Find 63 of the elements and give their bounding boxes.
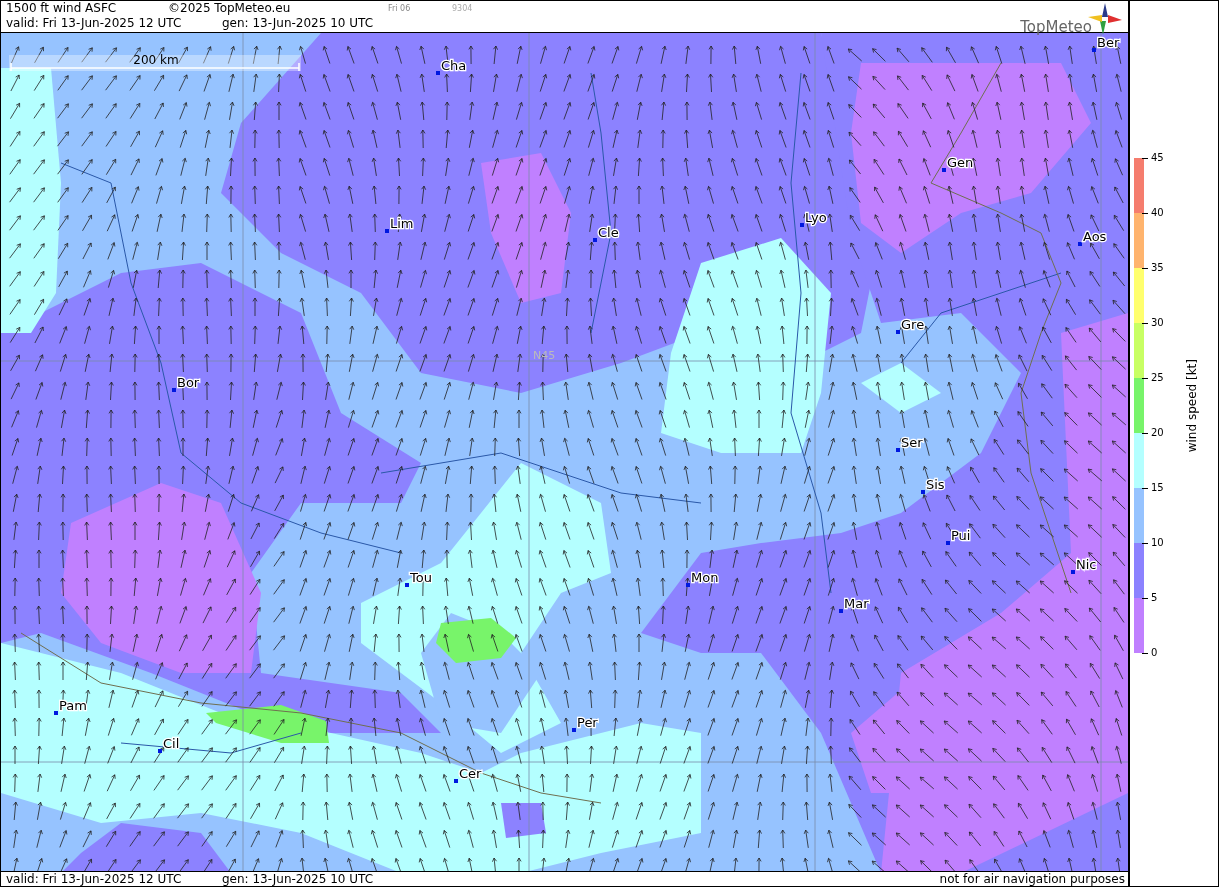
legend-tick-label: 40 bbox=[1151, 207, 1164, 219]
city-label: Sis bbox=[926, 476, 945, 492]
city-marker bbox=[896, 329, 900, 334]
city-label: Mon bbox=[691, 569, 719, 585]
city-marker bbox=[436, 70, 440, 75]
city-label: Cil bbox=[163, 735, 180, 751]
legend-tick-label: 30 bbox=[1151, 317, 1164, 329]
city-label: Gre bbox=[901, 316, 925, 332]
valid-time: valid: Fri 13-Jun-2025 12 UTC bbox=[6, 872, 183, 886]
city-label: Per bbox=[577, 714, 598, 730]
valid-time: valid: Fri 13-Jun-2025 12 UTC bbox=[6, 16, 183, 31]
city-marker bbox=[54, 710, 58, 715]
day-code: Fri 06 bbox=[388, 3, 412, 15]
city-label: Ber bbox=[1097, 34, 1120, 50]
city-marker bbox=[896, 447, 900, 452]
city-label: Bor bbox=[177, 374, 200, 390]
city-label: Lim bbox=[390, 215, 414, 231]
city-marker bbox=[385, 228, 389, 233]
city-marker bbox=[593, 237, 597, 242]
legend-tick-label: 10 bbox=[1151, 537, 1164, 549]
legend-tick-label: 5 bbox=[1151, 592, 1158, 604]
legend-tick-label: 20 bbox=[1151, 427, 1164, 439]
legend-title: wind speed [kt] bbox=[1183, 358, 1200, 453]
city-marker bbox=[158, 748, 162, 753]
city-marker bbox=[572, 727, 576, 732]
city-marker bbox=[1092, 47, 1096, 52]
city-label: Aos bbox=[1083, 228, 1107, 244]
legend-tick-label: 0 bbox=[1151, 647, 1158, 659]
disclaimer-text: not for air navigation purposes bbox=[939, 872, 1126, 886]
city-marker bbox=[800, 222, 804, 227]
city-label: Pui bbox=[951, 527, 971, 543]
city-marker bbox=[686, 582, 690, 587]
city-label: Gen bbox=[947, 154, 974, 170]
city-marker bbox=[405, 582, 409, 587]
legend-tick-label: 15 bbox=[1151, 482, 1164, 494]
city-label: Mar bbox=[844, 595, 869, 611]
legend-tick-label: 25 bbox=[1151, 372, 1164, 384]
legend-tick-label: 45 bbox=[1151, 152, 1164, 164]
city-marker bbox=[1078, 241, 1082, 246]
city-label: Tou bbox=[410, 569, 432, 585]
city-label: Lyo bbox=[805, 209, 827, 225]
chart-title: 1500 ft wind ASFC bbox=[6, 1, 118, 16]
copyright-text: ©2025 TopMeteo.eu bbox=[168, 1, 292, 16]
generated-time: gen: 13-Jun-2025 10 UTC bbox=[222, 16, 374, 31]
city-marker bbox=[946, 540, 950, 545]
city-label: Nic bbox=[1076, 556, 1097, 572]
run-code: 9304 bbox=[452, 3, 473, 15]
city-label: Pam bbox=[59, 697, 87, 713]
city-label: Cha bbox=[441, 57, 467, 73]
city-marker bbox=[921, 489, 925, 494]
scale-label: 200 km bbox=[133, 52, 179, 67]
city-marker bbox=[942, 167, 946, 172]
latitude-label: N45 bbox=[533, 348, 556, 362]
city-marker bbox=[454, 778, 458, 783]
city-marker bbox=[839, 608, 843, 613]
city-label: Ser bbox=[901, 434, 923, 450]
generated-time: gen: 13-Jun-2025 10 UTC bbox=[222, 872, 374, 886]
city-label: Cle bbox=[598, 224, 619, 240]
city-marker bbox=[172, 387, 176, 392]
legend-tick-label: 35 bbox=[1151, 262, 1164, 274]
city-label: Cer bbox=[459, 765, 482, 781]
logo-text: TopMeteo bbox=[1020, 19, 1092, 35]
city-marker bbox=[1071, 569, 1075, 574]
